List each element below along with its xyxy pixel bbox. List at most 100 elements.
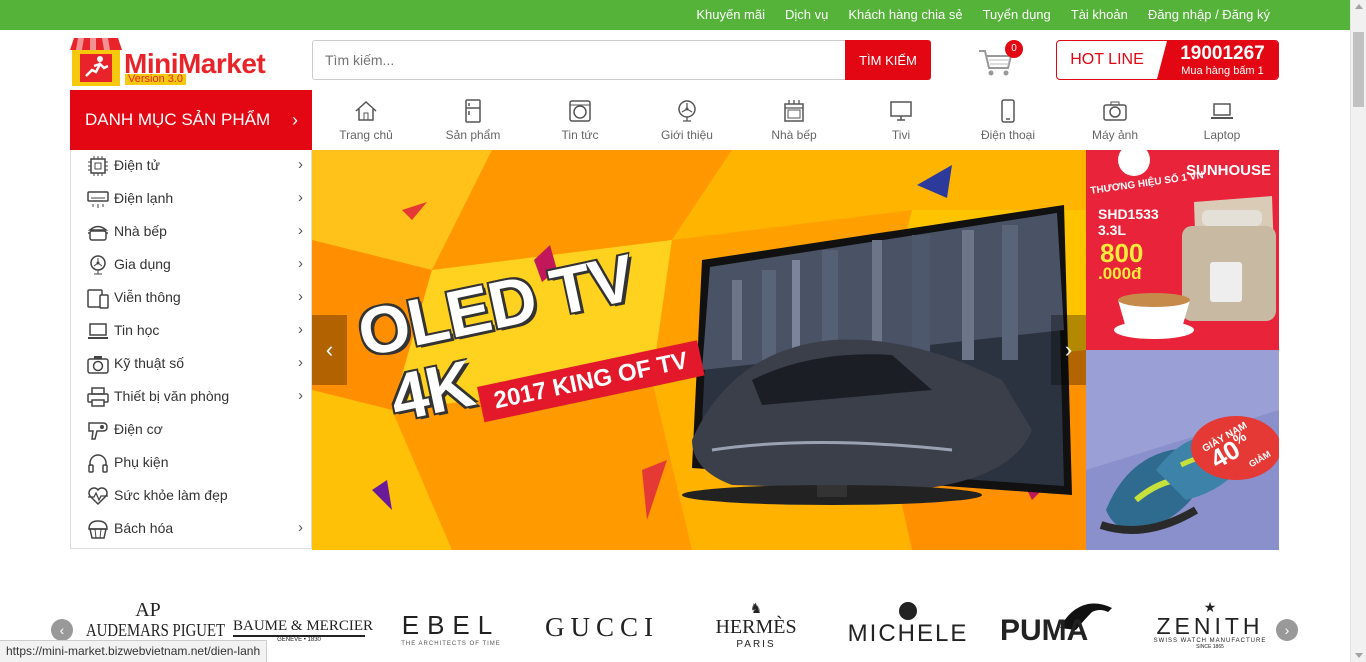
chevron-right-icon: ›: [298, 189, 303, 206]
fan-icon: [90, 255, 106, 275]
category-label: Bách hóa: [114, 520, 174, 536]
category-vien-thong[interactable]: Viễn thông ›: [71, 282, 311, 315]
top-link-services[interactable]: Dịch vụ: [785, 0, 828, 30]
category-nha-bep[interactable]: Nhà bếp ›: [71, 216, 311, 249]
hotline-number: 19001267: [1180, 43, 1265, 64]
tv-icon: [890, 101, 912, 121]
printer-icon: [87, 387, 109, 407]
nav-tv[interactable]: Tivi: [847, 90, 955, 150]
category-label: Điện cơ: [114, 421, 163, 437]
chevron-left-icon: ‹: [325, 337, 334, 362]
brand-zenith[interactable]: ★ ZENITH SWISS WATCH MANUFACTURE SINCE 1…: [1146, 600, 1274, 650]
brand-prev-button[interactable]: ‹: [51, 619, 73, 641]
fan-icon: [678, 100, 696, 122]
category-dien-tu[interactable]: Điện tử ›: [71, 150, 311, 183]
scroll-up-arrow-icon[interactable]: [1355, 4, 1363, 9]
search-button[interactable]: TÌM KIẾM: [845, 40, 931, 80]
top-link-promotions[interactable]: Khuyến mãi: [696, 0, 765, 30]
hermes-carriage-icon: ♞: [749, 600, 763, 616]
brand-gucci[interactable]: GUCCI: [540, 612, 664, 643]
nav-label: Trang chủ: [339, 128, 393, 142]
zenith-star-icon: ★: [1203, 599, 1217, 615]
nav-laptops[interactable]: Laptop: [1168, 90, 1276, 150]
nav-label: Máy ảnh: [1091, 128, 1139, 142]
side-ad-sunhouse[interactable]: SUNHOUSE THƯƠNG HIỆU SỐ 1 VN SHD1533 3.3…: [1086, 150, 1279, 350]
category-phu-kien[interactable]: Phụ kiện: [71, 447, 311, 480]
category-label: Thiết bị văn phòng: [114, 388, 230, 404]
category-label: Nhà bếp: [114, 223, 167, 239]
category-thiet-bi-van-phong[interactable]: Thiết bị văn phòng ›: [71, 381, 311, 414]
chevron-right-icon: ›: [298, 321, 303, 338]
chevron-right-icon: ›: [292, 110, 298, 130]
top-link-login-register[interactable]: Đăng nhập / Đăng ký: [1148, 0, 1270, 30]
hotline-number-box: 19001267 Mua hàng bấm 1: [1157, 41, 1278, 79]
top-link-careers[interactable]: Tuyển dụng: [983, 0, 1051, 30]
page-scrollbar[interactable]: [1350, 0, 1366, 662]
hotline-label: HOT LINE: [1070, 51, 1144, 68]
category-tin-hoc[interactable]: Tin học ›: [71, 315, 311, 348]
scroll-down-arrow-icon[interactable]: [1355, 653, 1363, 658]
main-banner-slider[interactable]: OLED TV 4K 2017 KING OF TV ‹ ›: [312, 150, 1086, 550]
smartphone-icon: [1001, 99, 1015, 123]
nav-label: Sản phẩm: [445, 128, 501, 142]
category-gia-dung[interactable]: Gia dụng ›: [71, 249, 311, 282]
main-nav: Trang chủ Sản phẩm Tin tức Giới thiệu Nh…: [312, 90, 1280, 150]
headphones-icon: [88, 454, 108, 473]
brand-next-button[interactable]: ›: [1276, 619, 1298, 641]
gucci-name: GUCCI: [544, 612, 659, 642]
category-label: Điện tử: [114, 157, 160, 173]
hotline-box[interactable]: HOT LINE 19001267 Mua hàng bấm 1: [1056, 40, 1279, 80]
nav-cameras[interactable]: Máy ảnh: [1061, 90, 1169, 150]
nav-about[interactable]: Giới thiệu: [633, 90, 741, 150]
chevron-left-icon: ‹: [59, 622, 65, 638]
brand-audemars-piguet[interactable]: AP AUDEMARS PIGUET: [86, 600, 226, 641]
brand-hermes[interactable]: ♞ HERMÈS PARIS: [704, 600, 808, 650]
category-bach-hoa[interactable]: Bách hóa ›: [71, 513, 311, 546]
logo[interactable]: MiniMarket Version 3.0: [70, 36, 290, 88]
zenith-name: ZENITH: [1156, 613, 1264, 639]
category-dien-lanh[interactable]: Điện lạnh ›: [71, 183, 311, 216]
nav-label: Điện thoại: [980, 128, 1036, 142]
brand-ebel[interactable]: EBEL THE ARCHITECTS OF TIME: [390, 610, 512, 647]
category-dien-co[interactable]: Điện cơ: [71, 414, 311, 447]
cupcake-icon: [88, 520, 108, 539]
nav-products[interactable]: Sản phẩm: [419, 90, 527, 150]
laptop-icon: [88, 323, 108, 339]
puma-name: PUMA: [1000, 614, 1089, 647]
side-ad-shoes[interactable]: GIÀY NAM 40% GIẢM: [1086, 350, 1279, 550]
brand-version: Version 3.0: [125, 74, 187, 85]
nav-phones[interactable]: Điện thoại: [954, 90, 1062, 150]
michele-name: MICHELE: [847, 620, 969, 647]
top-link-account[interactable]: Tài khoản: [1071, 0, 1128, 30]
cart-count-badge: 0: [1005, 40, 1023, 58]
brand-michele[interactable]: MICHELE: [846, 602, 970, 648]
brand-puma[interactable]: PUMA: [1000, 598, 1116, 647]
sunhouse-capacity: 3.3L: [1098, 222, 1127, 238]
search-input[interactable]: [312, 40, 846, 80]
fridge-icon: [465, 99, 481, 123]
nav-label: Tivi: [891, 128, 911, 142]
nav-news[interactable]: Tin tức: [526, 90, 634, 150]
top-links: Khuyến mãi Dịch vụ Khách hàng chia sẻ Tu…: [676, 0, 1270, 30]
zenith-since: SINCE 1865: [1196, 644, 1224, 650]
nav-home[interactable]: Trang chủ: [312, 90, 420, 150]
category-menu-title[interactable]: DANH MỤC SẢN PHẨM ›: [70, 90, 312, 150]
slider-prev-button[interactable]: ‹: [312, 315, 347, 385]
cart-button[interactable]: 0: [978, 40, 1023, 78]
top-bar: Khuyến mãi Dịch vụ Khách hàng chia sẻ Tu…: [0, 0, 1366, 30]
category-suc-khoe-lam-dep[interactable]: Sức khỏe làm đẹp: [71, 480, 311, 513]
chevron-right-icon: ›: [1284, 622, 1290, 638]
sunhouse-model: SHD1533: [1098, 206, 1159, 222]
slider-next-button[interactable]: ›: [1051, 315, 1086, 385]
ebel-sub: THE ARCHITECTS OF TIME: [401, 641, 501, 647]
top-link-testimonials[interactable]: Khách hàng chia sẻ: [848, 0, 962, 30]
chevron-right-icon: ›: [298, 156, 303, 173]
nav-kitchen[interactable]: Nhà bếp: [740, 90, 848, 150]
ebel-name: EBEL: [401, 610, 501, 640]
nav-label: Nhà bếp: [771, 128, 817, 142]
nav-label: Laptop: [1203, 128, 1241, 142]
audemars-name: AUDEMARS PIGUET: [86, 620, 226, 640]
scrollbar-thumb[interactable]: [1353, 32, 1364, 107]
category-ky-thuat-so[interactable]: Kỹ thuật số ›: [71, 348, 311, 381]
category-label: Sức khỏe làm đẹp: [114, 487, 228, 503]
